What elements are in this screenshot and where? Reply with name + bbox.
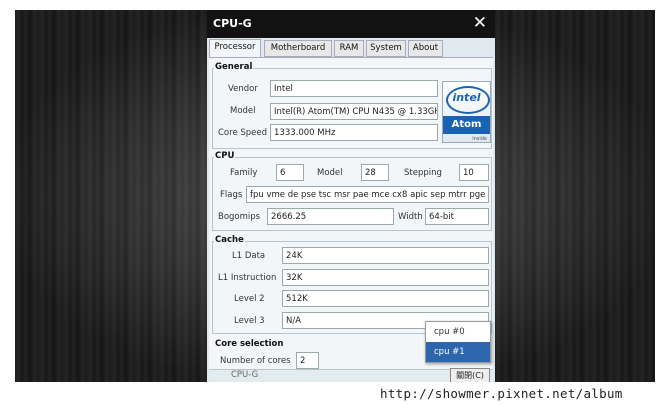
family-field: 6: [276, 164, 304, 181]
close-icon[interactable]: ✕: [473, 13, 487, 33]
tab-about[interactable]: About: [408, 40, 443, 57]
cpu-model-field: 28: [361, 164, 389, 181]
width-field: 64-bit: [425, 208, 489, 225]
tab-bar: Processor Motherboard RAM System About: [209, 39, 493, 58]
l1-instruction-label: L1 Instruction: [218, 273, 277, 283]
number-of-cores-label: Number of cores: [220, 356, 291, 366]
cpu-select-dropdown[interactable]: cpu #0 cpu #1: [425, 321, 491, 363]
logo-product: Atom: [443, 116, 490, 134]
bottom-bar: CPU-G 關閉(C): [209, 368, 493, 382]
close-button[interactable]: 關閉(C): [450, 368, 490, 382]
flags-field: fpu vme de pse tsc msr pae mce cx8 apic …: [246, 186, 489, 203]
width-label: Width: [398, 212, 423, 222]
watermark-url: http://showmer.pixnet.net/album: [380, 386, 623, 401]
bogomips-field: 2666.25: [267, 208, 394, 225]
l1-data-label: L1 Data: [232, 251, 266, 261]
cache-title: Cache: [214, 235, 245, 245]
tab-motherboard[interactable]: Motherboard: [264, 40, 332, 57]
core-speed-label: Core Speed: [218, 128, 268, 138]
l1-instruction-field: 32K: [282, 269, 489, 286]
level3-label: Level 3: [234, 316, 265, 326]
core-speed-field: 1333.000 MHz: [270, 124, 438, 141]
tab-system[interactable]: System: [366, 40, 406, 57]
level2-label: Level 2: [234, 294, 265, 304]
tab-ram[interactable]: RAM: [334, 40, 364, 57]
cpu-model-label: Model: [317, 168, 343, 178]
stepping-field: 10: [459, 164, 489, 181]
cpu-option-0[interactable]: cpu #0: [426, 322, 490, 342]
tab-processor[interactable]: Processor: [209, 39, 261, 58]
logo-brand: intel: [452, 91, 481, 104]
bogomips-label: Bogomips: [218, 212, 261, 222]
cpu-title: CPU: [214, 151, 236, 161]
stepping-label: Stepping: [404, 168, 442, 178]
cpu-option-1[interactable]: cpu #1: [426, 342, 490, 362]
model-label: Model: [230, 106, 256, 116]
window-title: CPU-G: [213, 17, 252, 30]
core-selection-title: Core selection: [214, 339, 285, 349]
flags-label: Flags: [220, 190, 243, 200]
bottom-app-name: CPU-G: [231, 370, 259, 380]
title-bar: CPU-G ✕: [207, 10, 495, 38]
intel-atom-logo: intel Atom inside: [442, 81, 491, 143]
level2-field: 512K: [282, 290, 489, 307]
general-title: General: [214, 62, 254, 72]
family-label: Family: [230, 168, 258, 178]
model-field: Intel(R) Atom(TM) CPU N435 @ 1.33GHz: [270, 103, 438, 120]
logo-tag: inside: [472, 136, 487, 142]
l1-data-field: 24K: [282, 247, 489, 264]
vendor-label: Vendor: [228, 84, 258, 94]
vendor-field: Intel: [270, 80, 438, 97]
number-of-cores-field: 2: [296, 352, 319, 369]
